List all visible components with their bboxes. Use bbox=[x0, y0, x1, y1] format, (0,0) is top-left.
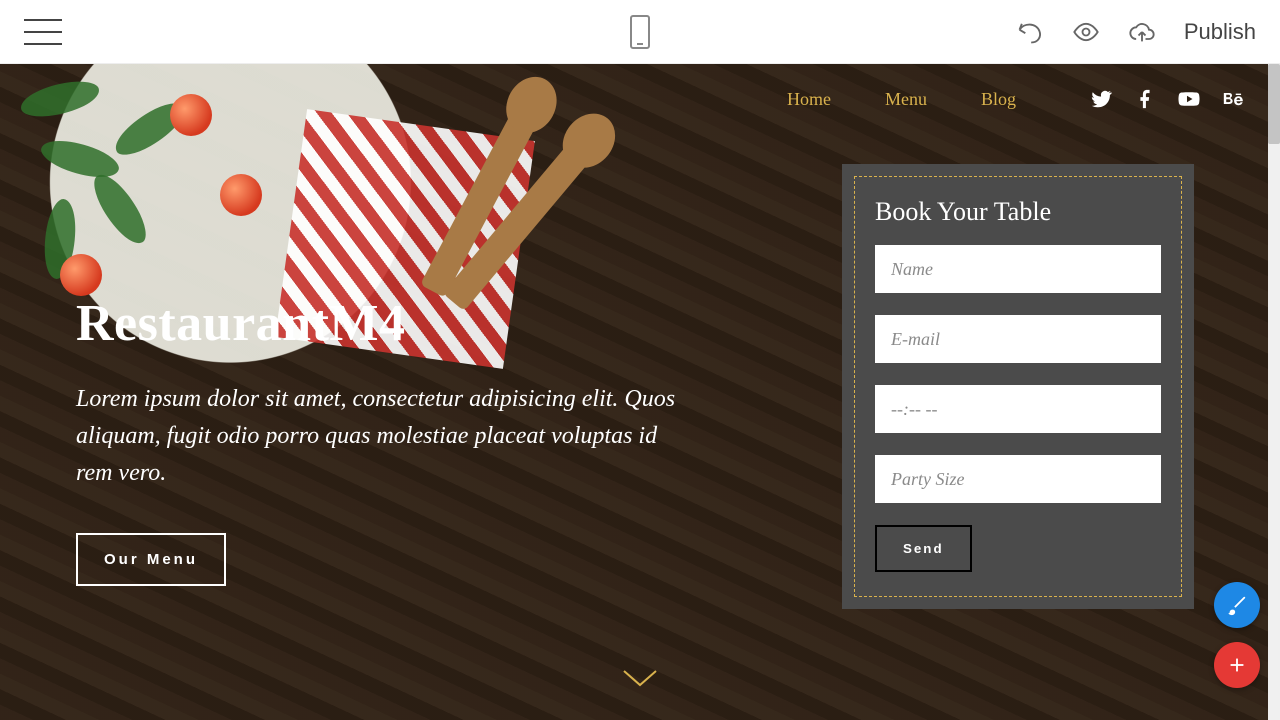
time-field[interactable] bbox=[875, 385, 1161, 433]
booking-panel: Book Your Table Send bbox=[842, 164, 1194, 609]
party-size-field[interactable] bbox=[875, 455, 1161, 503]
our-menu-button[interactable]: Our Menu bbox=[76, 533, 226, 586]
youtube-icon[interactable] bbox=[1178, 88, 1200, 110]
site-nav: Home Menu Blog bbox=[787, 88, 1244, 110]
mobile-preview-icon[interactable] bbox=[630, 15, 650, 49]
booking-title: Book Your Table bbox=[875, 197, 1161, 227]
builder-toolbar: Publish bbox=[0, 0, 1280, 64]
nav-link-menu[interactable]: Menu bbox=[885, 89, 927, 110]
hamburger-menu-icon[interactable] bbox=[24, 19, 62, 45]
name-field[interactable] bbox=[875, 245, 1161, 293]
hero-text: RestaurantM4 Lorem ipsum dolor sit amet,… bbox=[76, 294, 676, 586]
preview-eye-icon[interactable] bbox=[1072, 18, 1100, 46]
add-block-fab-button[interactable] bbox=[1214, 642, 1260, 688]
twitter-icon[interactable] bbox=[1090, 88, 1112, 110]
send-button[interactable]: Send bbox=[875, 525, 972, 572]
hero-section: Home Menu Blog RestaurantM4 Lorem ipsum … bbox=[0, 64, 1280, 720]
email-field[interactable] bbox=[875, 315, 1161, 363]
nav-link-home[interactable]: Home bbox=[787, 89, 831, 110]
page-title: RestaurantM4 bbox=[76, 294, 676, 353]
facebook-icon[interactable] bbox=[1134, 88, 1156, 110]
plus-icon bbox=[1226, 654, 1248, 676]
publish-button[interactable]: Publish bbox=[1184, 19, 1256, 45]
undo-icon[interactable] bbox=[1016, 18, 1044, 46]
publish-cloud-icon[interactable] bbox=[1128, 18, 1156, 46]
brush-icon bbox=[1226, 594, 1248, 616]
nav-link-blog[interactable]: Blog bbox=[981, 89, 1016, 110]
scroll-down-chevron-icon[interactable] bbox=[620, 667, 660, 694]
style-fab-button[interactable] bbox=[1214, 582, 1260, 628]
hero-description: Lorem ipsum dolor sit amet, consectetur … bbox=[76, 381, 676, 493]
behance-icon[interactable] bbox=[1222, 88, 1244, 110]
social-icons bbox=[1090, 88, 1244, 110]
scrollbar[interactable] bbox=[1268, 64, 1280, 720]
